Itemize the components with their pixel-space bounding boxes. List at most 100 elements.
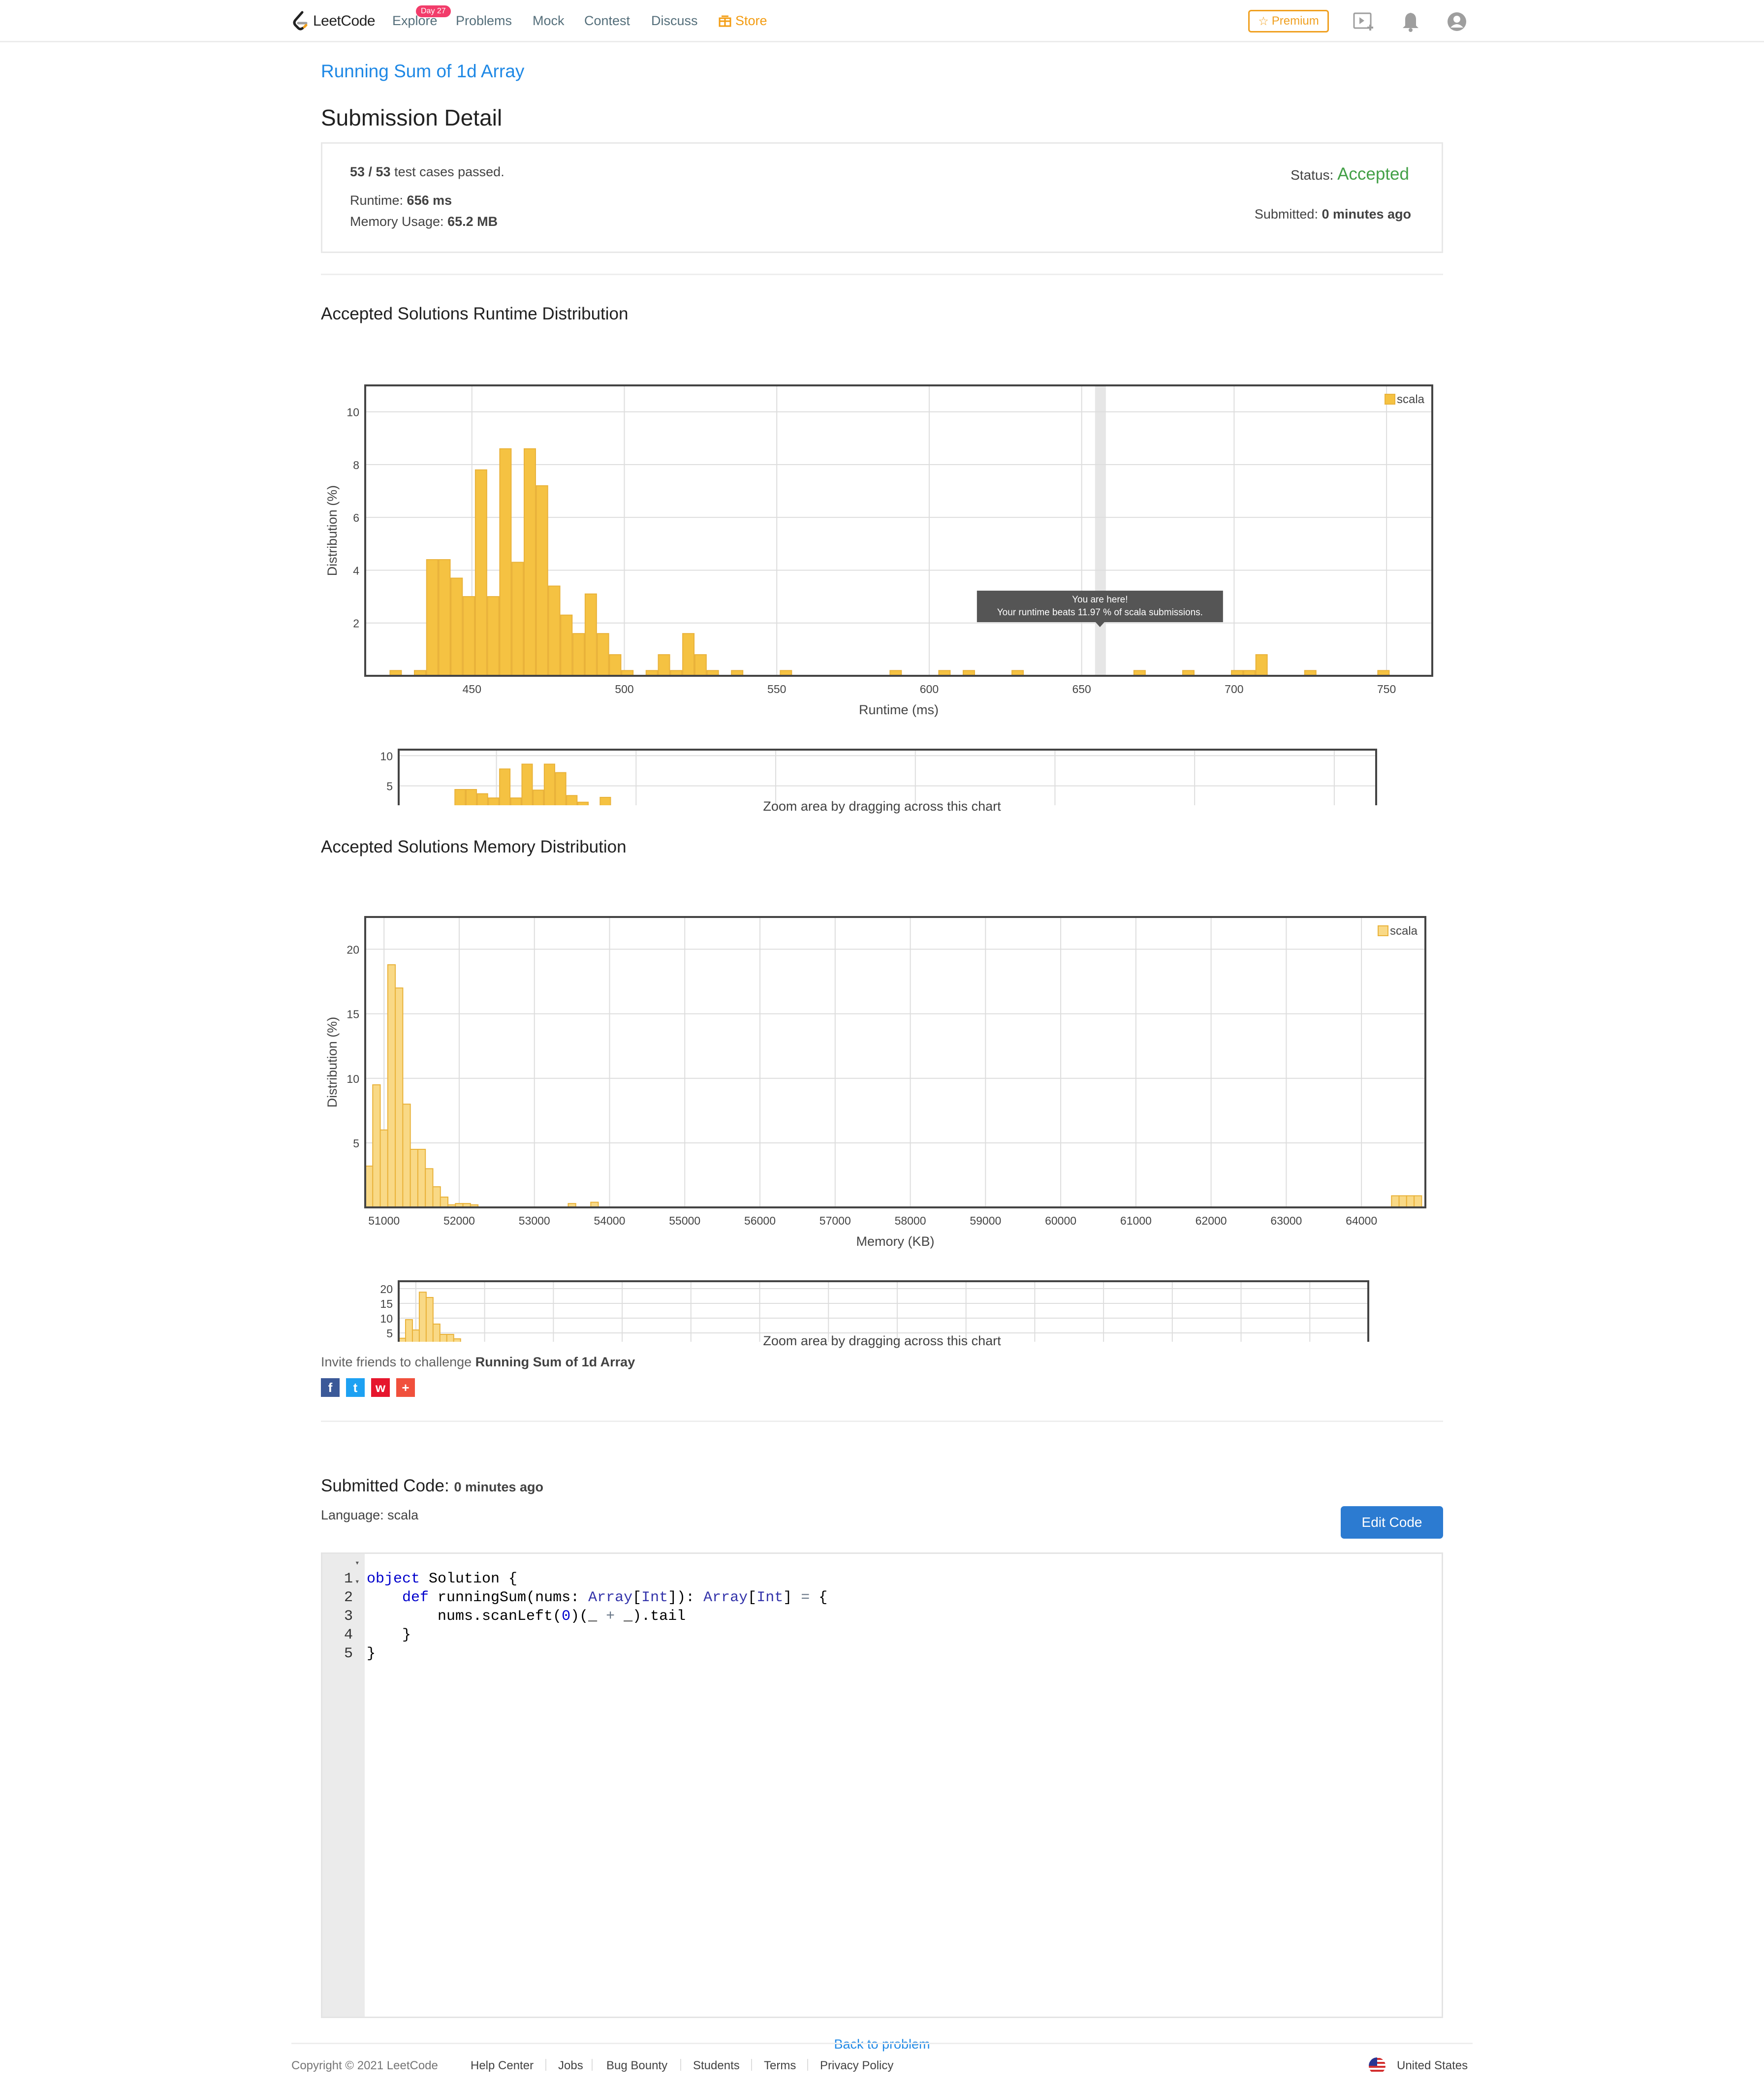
- footer-link-jobs[interactable]: Jobs: [558, 2059, 583, 2073]
- x-tick-label: 53000: [519, 1214, 550, 1227]
- code-text: }: [367, 1645, 376, 1662]
- runtime-tooltip: You are here! Your runtime beats 11.97 % …: [976, 591, 1223, 627]
- chart-bar: [560, 614, 573, 676]
- y-tick-label: 5: [386, 780, 393, 793]
- fold-arrow-icon[interactable]: ▾: [355, 1577, 360, 1586]
- user-avatar-icon[interactable]: [1446, 11, 1468, 32]
- runtime-section-title: Accepted Solutions Runtime Distribution: [321, 304, 629, 323]
- nav-problems[interactable]: Problems: [456, 13, 512, 29]
- chart-bar: [584, 593, 597, 677]
- chart-bar: [572, 633, 585, 677]
- chart-bar: [1391, 1195, 1400, 1208]
- bell-icon[interactable]: [1401, 11, 1420, 32]
- leetcode-logo-icon: [293, 11, 308, 31]
- chart-bar: [426, 559, 439, 676]
- x-tick-label: 62000: [1196, 1214, 1227, 1227]
- playground-icon[interactable]: [1353, 11, 1375, 32]
- weibo-icon[interactable]: w: [371, 1378, 390, 1397]
- submitted-value: 0 minutes ago: [1322, 207, 1411, 221]
- current-submission-highlight: [1095, 385, 1106, 676]
- chart-bar: [432, 1186, 441, 1208]
- footer-link-terms[interactable]: Terms: [764, 2059, 796, 2073]
- code-editor-wrapper: 1 ▾ object Solution { 2 ▾ def runningSum(nu…: [321, 1552, 1443, 2018]
- chart-bar: [402, 1104, 411, 1208]
- nav-store[interactable]: Store: [719, 13, 767, 29]
- premium-button[interactable]: ☆ Premium: [1248, 10, 1329, 32]
- runtime-line: Runtime: 656 ms: [350, 193, 452, 208]
- leetcode-logo[interactable]: LeetCode: [291, 9, 376, 33]
- chart-bar: [511, 562, 524, 677]
- footer-separator: [545, 2059, 546, 2071]
- logo-text: LeetCode: [313, 13, 376, 29]
- y-tick-label: 2: [353, 617, 359, 630]
- x-tick-label: 650: [1072, 683, 1091, 695]
- x-tick-label: 750: [1377, 683, 1396, 695]
- code-editor[interactable]: 1 ▾ object Solution { 2 ▾ def runningSum(nu…: [321, 1552, 1443, 2018]
- code-line: 2 ▾ def runningSum(nums: Array[Int]): Arr…: [322, 1573, 1442, 1606]
- chart-bar: [387, 964, 396, 1208]
- y-tick-label: 10: [346, 1073, 359, 1085]
- y-tick-label: 4: [353, 564, 359, 577]
- code-line: 5}: [322, 1629, 1442, 1662]
- footer-link-help-center[interactable]: Help Center: [471, 2059, 534, 2073]
- footer-link-students[interactable]: Students: [693, 2059, 740, 2073]
- copyright-text: Copyright © 2021 LeetCode: [291, 2059, 438, 2072]
- chart-bar: [440, 1197, 449, 1208]
- plus-share-icon[interactable]: +: [396, 1378, 415, 1397]
- footer-separator: [680, 2059, 681, 2071]
- x-tick-label: 59000: [970, 1214, 1001, 1227]
- explore-day-badge: Day 27: [416, 5, 451, 17]
- region-selector[interactable]: United States: [1397, 2059, 1468, 2073]
- x-tick-label: 51000: [368, 1214, 400, 1227]
- star-icon: ☆: [1258, 14, 1269, 28]
- y-tick-label: 20: [346, 944, 359, 956]
- y-tick-label: 5: [353, 1137, 359, 1150]
- chart-bar: [1398, 1195, 1407, 1208]
- nav-discuss[interactable]: Discuss: [651, 13, 698, 29]
- y-tick-label: 15: [346, 1008, 359, 1021]
- runtime-zoom-chart[interactable]: 450500550600650700750510: [321, 702, 1443, 805]
- submitted-label: Submitted:: [1254, 207, 1322, 221]
- y-tick-label: 8: [353, 459, 359, 472]
- twitter-icon[interactable]: t: [346, 1378, 365, 1397]
- chart-bar: [548, 585, 561, 676]
- facebook-icon[interactable]: f: [321, 1378, 340, 1397]
- x-tick-label: 54000: [594, 1214, 626, 1227]
- submitted-code-heading: Submitted Code: 0 minutes ago: [321, 1476, 543, 1496]
- footer-link-privacy-policy[interactable]: Privacy Policy: [820, 2059, 893, 2073]
- submitted-line: Submitted: 0 minutes ago: [1255, 207, 1411, 222]
- us-flag-icon: [1369, 2057, 1386, 2074]
- y-tick-label: 10: [380, 750, 393, 762]
- edit-code-button[interactable]: Edit Code: [1341, 1506, 1443, 1539]
- memory-distribution-chart[interactable]: 51000 52000 53000 54000 55000 56000 57000 58000…: [321, 869, 1443, 1263]
- chart-bar: [395, 987, 404, 1208]
- memory-section-title: Accepted Solutions Memory Distribution: [321, 837, 627, 856]
- y-tick-label: 10: [346, 406, 359, 419]
- nav-mock[interactable]: Mock: [533, 13, 565, 29]
- chart-bar: [450, 577, 463, 676]
- store-icon: [719, 15, 731, 27]
- status-badge: Accepted: [1337, 164, 1409, 184]
- y-axis-label: Distribution (%): [325, 485, 340, 576]
- y-tick-label: 6: [353, 511, 359, 524]
- test-cases-text: test cases passed.: [390, 164, 504, 179]
- chart-bar: [1255, 654, 1268, 676]
- runtime-distribution-chart[interactable]: 450 500 550 600 650 700 750246810Runtime (ms)D…: [321, 333, 1443, 727]
- chart-bar: [379, 1129, 388, 1208]
- chart-bar: [658, 654, 670, 676]
- memory-zoom-chart[interactable]: 5100052000530005400055000560005700058000…: [321, 1233, 1443, 1342]
- memory-line: Memory Usage: 65.2 MB: [350, 214, 498, 229]
- fold-arrow-icon[interactable]: ▾: [355, 1558, 360, 1568]
- x-tick-label: 61000: [1120, 1214, 1152, 1227]
- chart-bar: [463, 596, 475, 676]
- x-tick-label: 550: [767, 683, 786, 695]
- chart-bar: [1406, 1195, 1415, 1208]
- footer-link-bug-bounty[interactable]: Bug Bounty: [606, 2059, 667, 2073]
- status-line: Status: Accepted: [1291, 164, 1409, 184]
- tooltip-line-2: Your runtime beats 11.97 % of scala subm…: [997, 607, 1203, 618]
- language-label: Language: scala: [321, 1508, 419, 1522]
- runtime-label: Runtime:: [350, 193, 407, 208]
- nav-contest[interactable]: Contest: [584, 13, 630, 29]
- problem-title-link[interactable]: Running Sum of 1d Array: [321, 61, 524, 82]
- footer-separator: [751, 2059, 752, 2071]
